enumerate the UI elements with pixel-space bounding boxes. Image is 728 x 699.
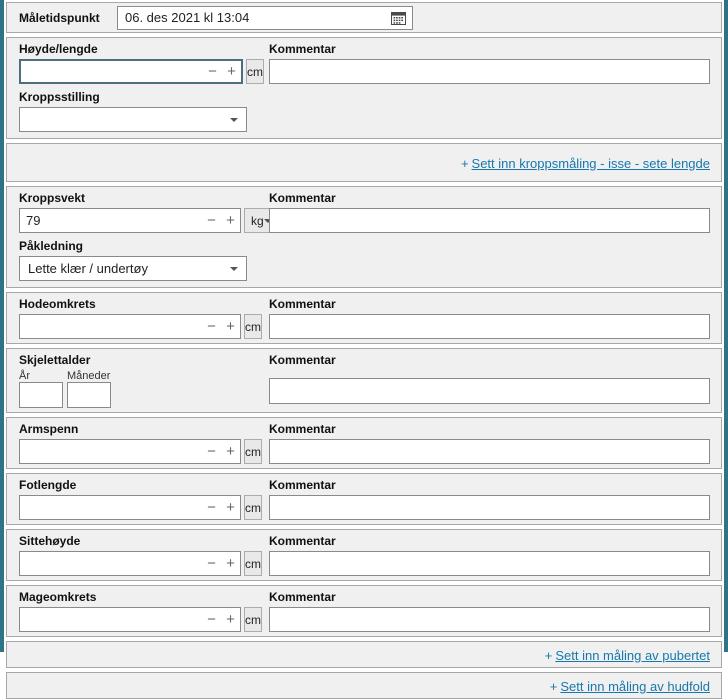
sett-inn-hudfold-label: Sett inn måling av hudfold	[560, 678, 710, 694]
plus-icon: +	[544, 647, 553, 663]
sittehoyde-input[interactable]	[20, 556, 202, 571]
kroppsvekt-input[interactable]	[20, 213, 202, 228]
maletidspunkt-input[interactable]	[125, 10, 389, 25]
kroppsvekt-plus-icon[interactable]: +	[221, 210, 240, 231]
chevron-down-icon	[230, 266, 238, 271]
armspenn-minus-icon[interactable]: −	[202, 441, 221, 462]
sittehoyde-plus-icon[interactable]: +	[221, 553, 240, 574]
section-link-kroppsmaling: + Sett inn kroppsmåling - isse - sete len…	[6, 143, 722, 182]
kroppsvekt-comment-input[interactable]	[269, 208, 710, 233]
armspenn-comment-input[interactable]	[269, 439, 710, 464]
mageomkrets-comment-input[interactable]	[269, 607, 710, 632]
hoyde-label: Høyde/lengde	[19, 42, 98, 56]
skjelettalder-maneder-label: Måneder	[67, 370, 111, 382]
fotlengde-plus-icon[interactable]: +	[221, 497, 240, 518]
hoyde-comment-input[interactable]	[269, 59, 710, 84]
section-link-pubertet: + Sett inn måling av pubertet	[6, 641, 722, 668]
mageomkrets-comment-label: Kommentar	[269, 590, 336, 604]
armspenn-plus-icon[interactable]: +	[221, 441, 240, 462]
pakledning-select[interactable]: Lette klær / undertøy	[19, 256, 247, 281]
kroppsvekt-comment-label: Kommentar	[269, 191, 336, 205]
section-armspenn: Armspenn − + cm Kommentar	[6, 417, 722, 469]
measurements-form: Måletidspunkt Høyde/lengde	[0, 0, 728, 699]
hodeomkrets-minus-icon[interactable]: −	[202, 316, 221, 337]
sittehoyde-minus-icon[interactable]: −	[202, 553, 221, 574]
fotlengde-minus-icon[interactable]: −	[202, 497, 221, 518]
kroppsvekt-unit-value: kg	[251, 213, 264, 228]
section-sittehoyde: Sittehøyde − + cm Kommentar	[6, 529, 722, 581]
hodeomkrets-comment-label: Kommentar	[269, 297, 336, 311]
section-link-hudfold: + Sett inn måling av hudfold	[6, 672, 722, 699]
hodeomkrets-input[interactable]	[20, 319, 202, 334]
section-hoyde: Høyde/lengde − + cm Kroppsstilling Komme…	[6, 37, 722, 139]
maletidspunkt-input-wrap	[117, 5, 413, 30]
mageomkrets-label: Mageomkrets	[19, 590, 97, 604]
chevron-down-icon	[230, 117, 238, 122]
fotlengde-comment-label: Kommentar	[269, 478, 336, 492]
sett-inn-pubertet-label: Sett inn måling av pubertet	[555, 647, 710, 663]
fotlengde-unit-button[interactable]: cm	[244, 495, 262, 520]
armspenn-input[interactable]	[20, 444, 202, 459]
section-kroppsvekt: Kroppsvekt − + kg Påkledning Lette klær	[6, 186, 722, 288]
calendar-icon[interactable]	[389, 9, 407, 27]
skjelettalder-label: Skjelettalder	[19, 353, 91, 367]
pakledning-label: Påkledning	[19, 239, 84, 253]
hoyde-input[interactable]	[21, 64, 203, 79]
sett-inn-pubertet-link[interactable]: + Sett inn måling av pubertet	[545, 648, 710, 663]
section-skjelettalder: Skjelettalder År Måneder Kommentar	[6, 348, 722, 413]
hodeomkrets-plus-icon[interactable]: +	[221, 316, 240, 337]
hodeomkrets-comment-input[interactable]	[269, 314, 710, 339]
sittehoyde-comment-input[interactable]	[269, 551, 710, 576]
hodeomkrets-input-wrap: − +	[19, 314, 241, 339]
kroppsvekt-minus-icon[interactable]: −	[202, 210, 221, 231]
kroppsstilling-select[interactable]	[19, 107, 247, 132]
sittehoyde-unit-button[interactable]: cm	[244, 551, 262, 576]
skjelettalder-comment-label: Kommentar	[269, 353, 336, 367]
kroppsvekt-input-wrap: − +	[19, 208, 241, 233]
section-maletidspunkt: Måletidspunkt	[6, 2, 722, 33]
hodeomkrets-unit-button[interactable]: cm	[244, 314, 262, 339]
sittehoyde-label: Sittehøyde	[19, 534, 81, 548]
hoyde-plus-icon[interactable]: +	[222, 61, 241, 82]
skjelettalder-ar-input[interactable]	[19, 382, 63, 408]
sett-inn-hudfold-link[interactable]: + Sett inn måling av hudfold	[550, 679, 710, 694]
pakledning-value: Lette klær / undertøy	[28, 261, 148, 276]
hoyde-minus-icon[interactable]: −	[203, 61, 222, 82]
mageomkrets-plus-icon[interactable]: +	[221, 609, 240, 630]
skjelettalder-maneder-input[interactable]	[67, 382, 111, 408]
mageomkrets-unit-button[interactable]: cm	[244, 607, 262, 632]
skjelettalder-ar-label: År	[19, 370, 30, 382]
armspenn-label: Armspenn	[19, 422, 79, 436]
armspenn-input-wrap: − +	[19, 439, 241, 464]
skjelettalder-comment-input[interactable]	[269, 378, 710, 404]
armspenn-comment-label: Kommentar	[269, 422, 336, 436]
plus-icon: +	[549, 678, 558, 694]
maletidspunkt-label: Måletidspunkt	[19, 10, 100, 25]
hodeomkrets-label: Hodeomkrets	[19, 297, 96, 311]
sittehoyde-input-wrap: − +	[19, 551, 241, 576]
armspenn-unit-button[interactable]: cm	[244, 439, 262, 464]
section-mageomkrets: Mageomkrets − + cm Kommentar	[6, 585, 722, 637]
section-fotlengde: Fotlengde − + cm Kommentar	[6, 473, 722, 525]
mageomkrets-minus-icon[interactable]: −	[202, 609, 221, 630]
fotlengde-input[interactable]	[20, 500, 202, 515]
kroppsvekt-label: Kroppsvekt	[19, 191, 86, 205]
plus-icon: +	[460, 155, 469, 171]
hoyde-comment-label: Kommentar	[269, 42, 336, 56]
hoyde-input-wrap: − +	[19, 59, 243, 84]
kroppsstilling-label: Kroppsstilling	[19, 90, 100, 104]
mageomkrets-input-wrap: − +	[19, 607, 241, 632]
mageomkrets-input[interactable]	[20, 612, 202, 627]
sett-inn-kroppsmaling-link[interactable]: + Sett inn kroppsmåling - isse - sete len…	[461, 156, 710, 171]
section-hodeomkrets: Hodeomkrets − + cm Kommentar	[6, 292, 722, 344]
fotlengde-label: Fotlengde	[19, 478, 77, 492]
sett-inn-kroppsmaling-label: Sett inn kroppsmåling - isse - sete leng…	[471, 155, 710, 171]
fotlengde-comment-input[interactable]	[269, 495, 710, 520]
sittehoyde-comment-label: Kommentar	[269, 534, 336, 548]
fotlengde-input-wrap: − +	[19, 495, 241, 520]
hoyde-unit-button[interactable]: cm	[246, 59, 264, 84]
